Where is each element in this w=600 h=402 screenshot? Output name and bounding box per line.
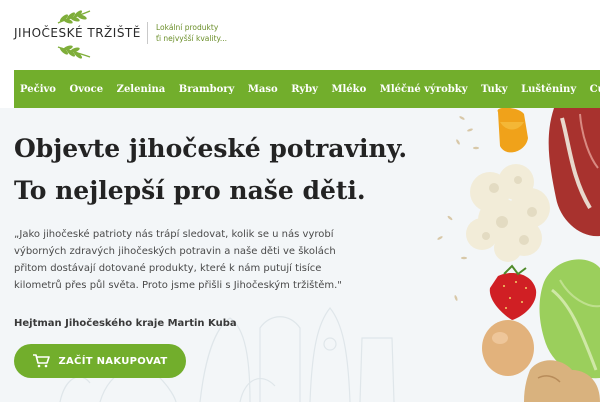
site-header: JIHOČESKÉ TRŽIŠTĚ Lokální produkty ťi ne… xyxy=(0,0,600,68)
logo-text: JIHOČESKÉ TRŽIŠTĚ xyxy=(14,26,141,40)
tagline: Lokální produkty ťi nejvyšší kvality... xyxy=(156,22,227,44)
nav-item-maso[interactable]: Maso xyxy=(248,84,278,95)
nav-item-mleko[interactable]: Mléko xyxy=(331,84,366,95)
quote-line: „Jako jihočeské patrioty nás trápí sledo… xyxy=(14,229,334,240)
food-photo xyxy=(437,108,600,402)
quote-line: přitom dostávají dotované produkty, kter… xyxy=(14,263,322,274)
nav-item-tuky[interactable]: Tuky xyxy=(481,84,508,95)
hero-banner: Objevte jihočeské potraviny. To nejlepší… xyxy=(0,108,600,402)
hero-title-line1: Objevte jihočeské potraviny. xyxy=(14,134,408,163)
cart-icon xyxy=(33,354,51,368)
leaf-icon xyxy=(57,10,91,24)
nav-item-pecivo[interactable]: Pečivo xyxy=(20,84,56,95)
site-logo[interactable]: JIHOČESKÉ TRŽIŠTĚ xyxy=(14,9,141,61)
quote-author: Hejtman Jihočeského kraje Martin Kuba xyxy=(14,318,237,329)
category-nav: Pečivo Ovoce Zelenina Brambory Maso Ryby… xyxy=(14,70,600,108)
nav-item-ovoce[interactable]: Ovoce xyxy=(69,84,103,95)
quote-line: výborných zdravých jihočeských potravin … xyxy=(14,246,336,257)
nav-item-cukry[interactable]: Cukry xyxy=(590,84,600,95)
nav-item-mlecne-vyrobky[interactable]: Mléčné výrobky xyxy=(380,84,468,95)
nav-item-zelenina[interactable]: Zelenina xyxy=(117,84,166,95)
tagline-line: Lokální produkty xyxy=(156,23,219,32)
start-shopping-button[interactable]: ZAČÍT NAKUPOVAT xyxy=(14,344,186,378)
nav-item-ryby[interactable]: Ryby xyxy=(291,84,318,95)
nav-item-brambory[interactable]: Brambory xyxy=(179,84,235,95)
hero-title-line2: To nejlepší pro naše děti. xyxy=(14,176,366,205)
start-shopping-label: ZAČÍT NAKUPOVAT xyxy=(58,355,168,367)
leaf-icon xyxy=(57,45,91,59)
tagline-line: ťi nejvyšší kvality... xyxy=(156,34,228,43)
quote-line: kilometrů přes půl světa. Proto jsme při… xyxy=(14,280,342,291)
logo-divider xyxy=(147,22,148,44)
nav-item-lusteniny[interactable]: Luštěniny xyxy=(521,84,576,95)
hero-quote: „Jako jihočeské patrioty nás trápí sledo… xyxy=(14,226,394,294)
